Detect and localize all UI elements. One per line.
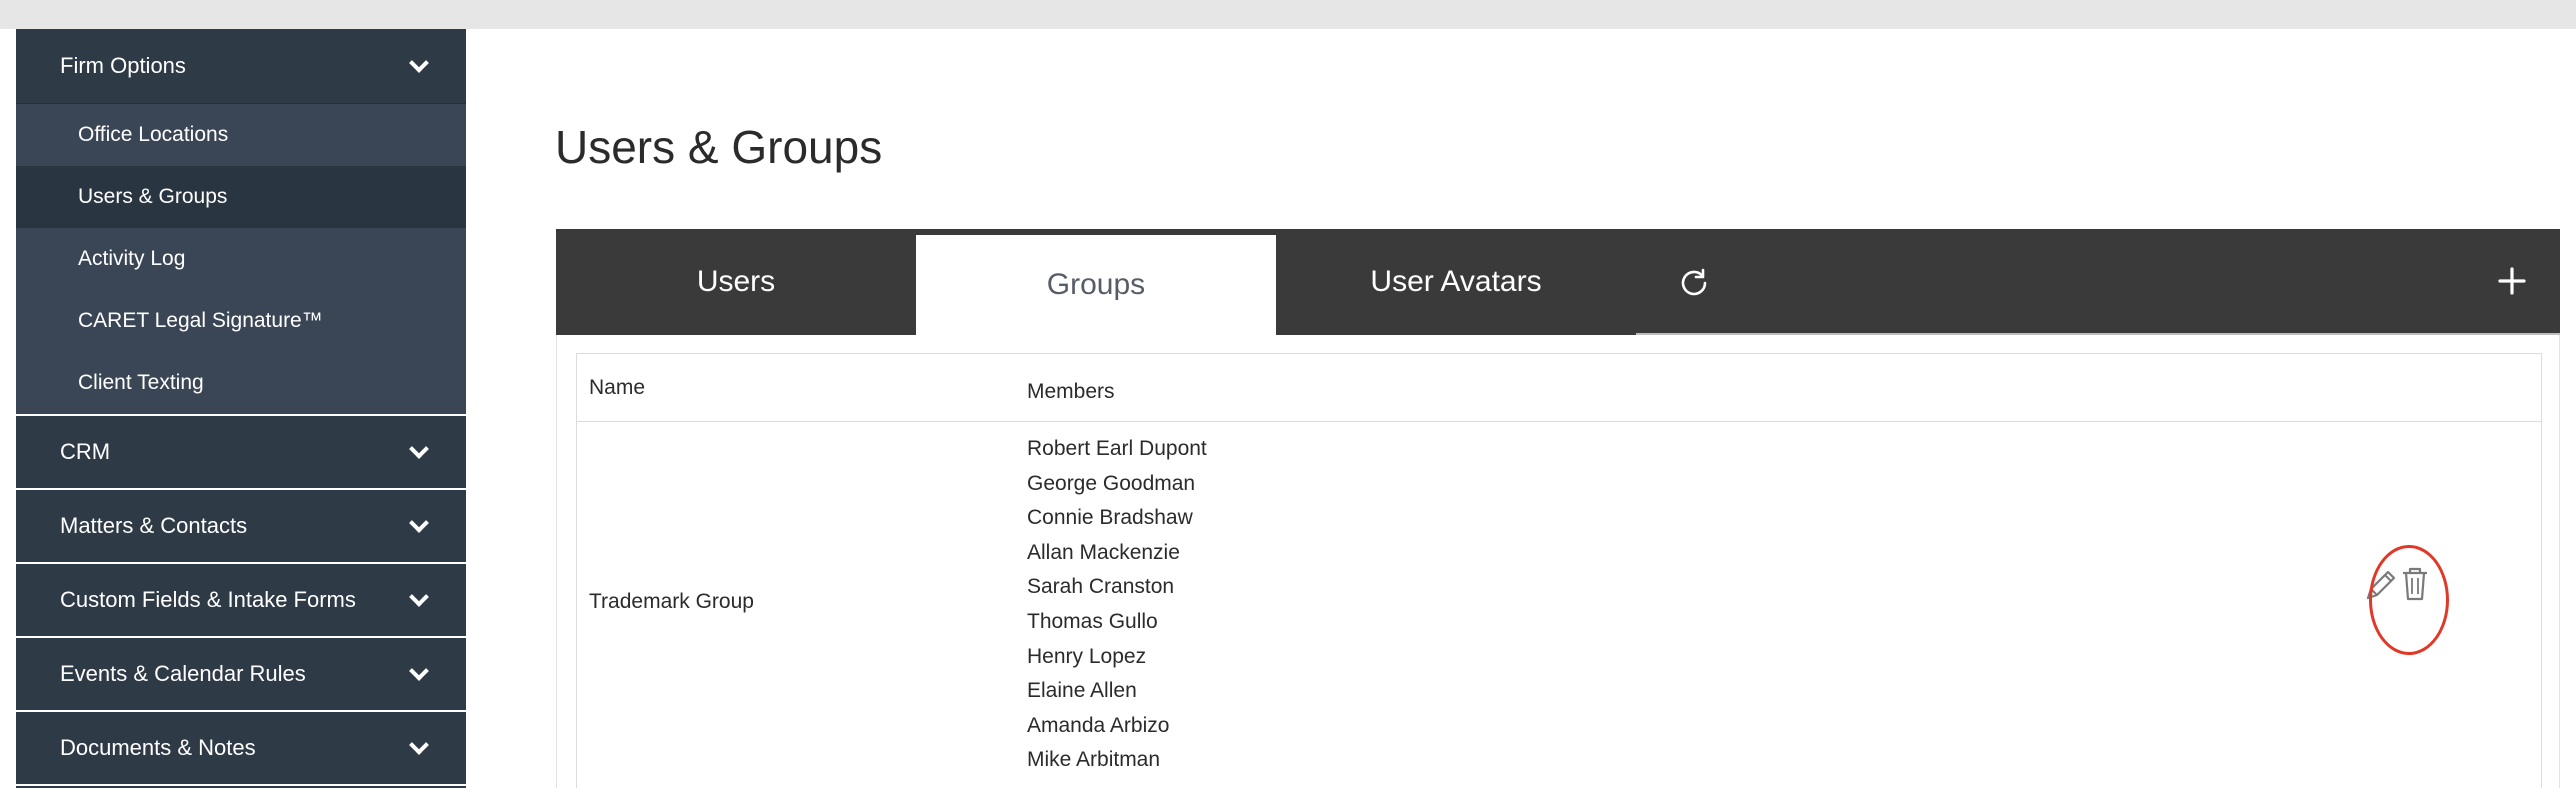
- tab-groups[interactable]: Groups: [916, 235, 1276, 335]
- chevron-down-icon: [409, 735, 429, 755]
- annotation-highlight-ring: [2369, 545, 2449, 655]
- sidebar-item-label: CARET Legal Signature™: [78, 309, 323, 332]
- sidebar: Firm Options Office Locations Users & Gr…: [16, 29, 466, 788]
- sidebar-item-client-texting[interactable]: Client Texting: [16, 352, 466, 414]
- member-item: Mike Arbitman: [1027, 748, 1161, 772]
- page-title: Users & Groups: [555, 121, 883, 173]
- table-row: Trademark Group Robert Earl Dupont Georg…: [577, 422, 2541, 788]
- sidebar-item-label: Users & Groups: [78, 185, 228, 208]
- sidebar-item-label: Activity Log: [78, 247, 186, 270]
- member-item: Elaine Allen: [1027, 679, 1137, 703]
- member-item: George Goodman: [1027, 471, 1196, 495]
- column-header-name: Name: [589, 376, 646, 399]
- sidebar-item-activity-log[interactable]: Activity Log: [16, 228, 466, 290]
- chevron-down-icon: [409, 439, 429, 459]
- sidebar-section-label: Matters & Contacts: [60, 513, 248, 538]
- members-list: Robert Earl Dupont George Goodman Connie…: [1027, 432, 1207, 778]
- tab-bar: Users Groups User Avatars: [556, 229, 2560, 335]
- member-item: Robert Earl Dupont: [1027, 437, 1207, 460]
- sidebar-section-documents-notes[interactable]: Documents & Notes: [16, 712, 466, 786]
- groups-panel: Name Members Trademark Group Robert Earl…: [556, 335, 2560, 788]
- sidebar-section-custom-fields[interactable]: Custom Fields & Intake Forms: [16, 564, 466, 638]
- sidebar-item-office-locations[interactable]: Office Locations: [16, 104, 466, 166]
- groups-table: Name Members Trademark Group Robert Earl…: [576, 353, 2542, 788]
- tab-user-avatars[interactable]: User Avatars: [1276, 229, 1636, 335]
- sidebar-section-label: CRM: [60, 439, 111, 464]
- member-item: Allan Mackenzie: [1027, 540, 1180, 564]
- sidebar-section-label: Custom Fields & Intake Forms: [60, 587, 356, 612]
- sidebar-section-label: Firm Options: [60, 53, 186, 78]
- sidebar-section-events-calendar[interactable]: Events & Calendar Rules: [16, 638, 466, 712]
- chevron-down-icon: [409, 587, 429, 607]
- sidebar-item-label: Office Locations: [78, 123, 229, 146]
- sidebar-section-label: Documents & Notes: [60, 735, 256, 760]
- sidebar-section-matters-contacts[interactable]: Matters & Contacts: [16, 490, 466, 564]
- refresh-button[interactable]: [1676, 265, 1712, 301]
- refresh-icon: [1681, 268, 1707, 296]
- member-item: Sarah Cranston: [1027, 575, 1175, 599]
- add-group-button[interactable]: [2490, 259, 2534, 303]
- sidebar-item-users-groups[interactable]: Users & Groups: [16, 166, 466, 228]
- member-item: Amanda Arbizo: [1027, 713, 1170, 737]
- tab-users[interactable]: Users: [556, 229, 916, 335]
- chevron-down-icon: [409, 513, 429, 533]
- chevron-down-icon: [409, 53, 429, 73]
- sidebar-item-caret-legal-signature[interactable]: CARET Legal Signature™: [16, 290, 466, 352]
- column-header-members: Members: [1027, 380, 1115, 403]
- sidebar-section-crm[interactable]: CRM: [16, 416, 466, 490]
- member-item: Thomas Gullo: [1027, 609, 1158, 633]
- sidebar-item-label: Client Texting: [78, 371, 204, 394]
- plus-icon: [2498, 267, 2526, 295]
- member-item: Henry Lopez: [1027, 644, 1147, 668]
- sidebar-section-firm-options[interactable]: Firm Options: [16, 29, 466, 104]
- group-name: Trademark Group: [589, 590, 754, 613]
- firm-options-submenu: Office Locations Users & Groups Activity…: [16, 104, 466, 416]
- chevron-down-icon: [409, 661, 429, 681]
- sidebar-section-label: Events & Calendar Rules: [60, 661, 306, 686]
- browser-top-strip: [0, 0, 2576, 29]
- member-item: Connie Bradshaw: [1027, 506, 1193, 530]
- table-header: Name Members: [577, 354, 2541, 422]
